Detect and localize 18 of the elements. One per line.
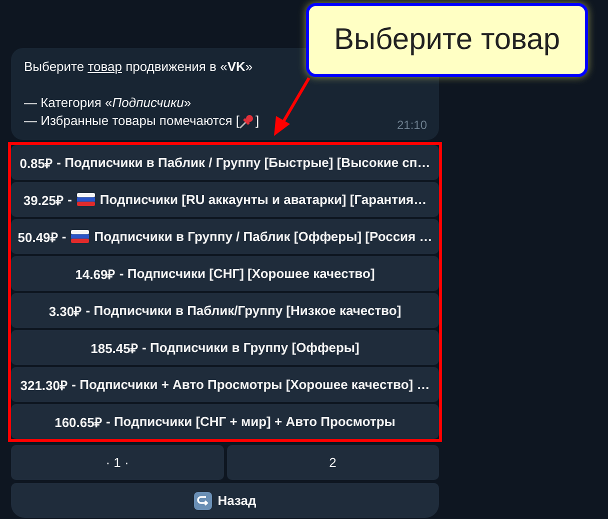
product-button[interactable]: 321.30₽ - Подписчики + Авто Просмотры [Хорошее качество] … xyxy=(11,367,439,402)
product-link[interactable]: товар xyxy=(88,59,122,74)
page-button[interactable]: · 1 · xyxy=(11,445,224,480)
favorites-text: — Избранные товары помечаются [ xyxy=(24,112,240,130)
product-button[interactable]: 160.65₽ - Подписчики [СНГ + мир] + Авто Просмотры xyxy=(11,404,439,439)
product-button[interactable]: 3.30₽ - Подписчики в Паблик/Группу [Низкое качество] xyxy=(11,293,439,328)
callout-label: Выберите товар xyxy=(306,3,588,77)
back-button[interactable]: Назад xyxy=(11,483,439,518)
product-button[interactable]: 50.49₽ - Подписчики в Группу / Паблик [Офферы] [Россия … xyxy=(11,219,439,254)
product-button[interactable]: 14.69₽ - Подписчики [СНГ] [Хорошее качество] xyxy=(11,256,439,291)
category-text: — Категория «Подписчики» xyxy=(24,94,192,112)
page-button[interactable]: 2 xyxy=(226,445,439,480)
pushpin-icon xyxy=(239,113,256,129)
bracket-text: ] xyxy=(255,112,260,130)
product-button[interactable]: 0.85₽ - Подписчики в Паблик / Группу [Быстрые] [Высокие сп… xyxy=(11,145,439,180)
product-button[interactable]: 185.45₽ - Подписчики в Группу [Офферы] xyxy=(11,330,439,365)
product-button[interactable]: 39.25₽ - Подписчики [RU аккаунты и аватарки] [Гарантия… xyxy=(11,182,439,217)
message-time: 21:10 xyxy=(396,117,427,134)
